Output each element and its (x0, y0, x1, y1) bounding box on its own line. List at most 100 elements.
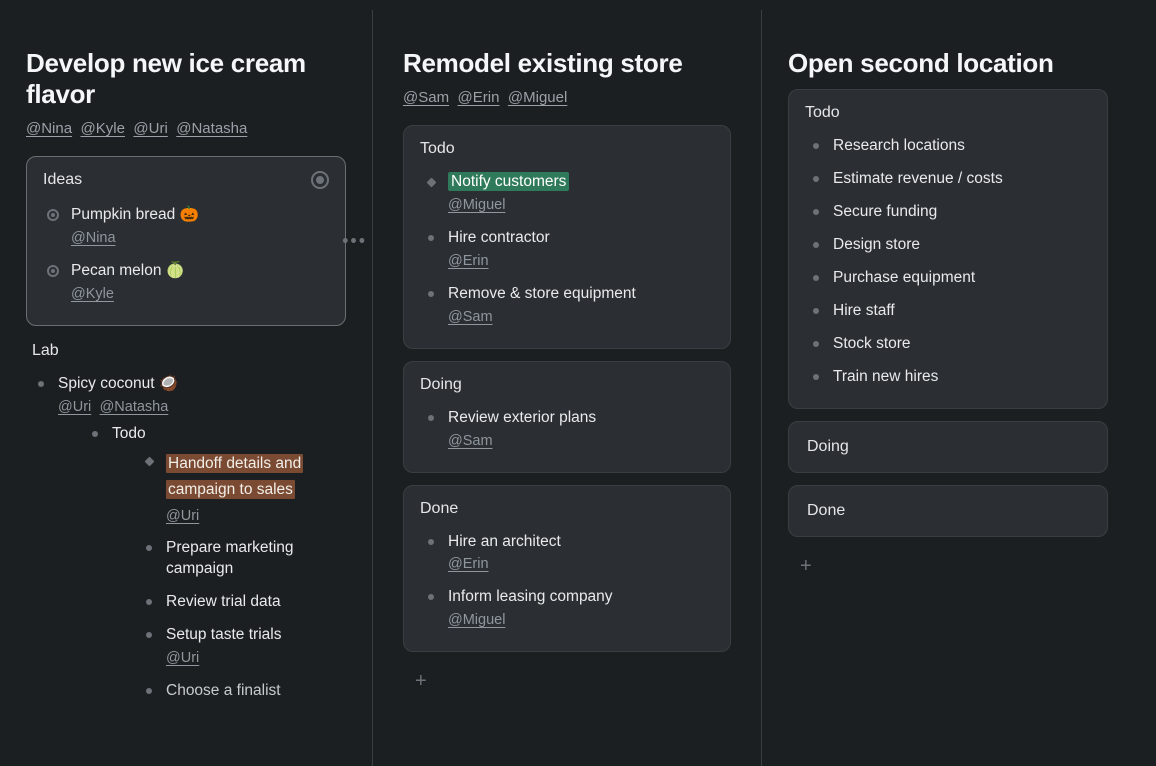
mention[interactable]: @Kyle (71, 286, 114, 302)
card-title: Todo (805, 104, 1091, 122)
dot-bullet-icon (428, 415, 434, 421)
item-text: Pumpkin bread 🎃 (71, 206, 199, 223)
list-item[interactable]: Pumpkin bread 🎃 @Nina (43, 199, 329, 255)
list-item[interactable]: Pecan melon 🍈 @Kyle (43, 255, 329, 311)
item-text: Prepare marketing campaign (166, 539, 294, 577)
list-item[interactable]: Hire an architect @Erin (420, 526, 714, 582)
dot-bullet-icon (813, 275, 819, 281)
section-title: Lab (30, 342, 344, 360)
card-done[interactable]: Done (788, 485, 1108, 537)
card-done[interactable]: Done Hire an architect @Erin Inform leas… (403, 485, 731, 653)
column-remodel-store: Remodel existing store @Sam @Erin @Migue… (372, 10, 762, 766)
more-options-icon[interactable]: ••• (342, 231, 367, 252)
column-second-location: Open second location Todo Research locat… (762, 10, 1134, 766)
list-item[interactable]: Hire contractor @Erin (420, 222, 714, 278)
dot-bullet-icon (813, 374, 819, 380)
card-title: Done (420, 500, 714, 518)
card-ideas[interactable]: Ideas Pumpkin bread 🎃 @Nina Pecan melon … (26, 156, 346, 326)
list-item[interactable]: Research locations (805, 130, 1091, 163)
mention[interactable]: @Uri (166, 650, 199, 666)
dot-bullet-icon (428, 539, 434, 545)
dot-bullet-icon (813, 209, 819, 215)
list-item[interactable]: Setup taste trials @Uri (138, 619, 344, 675)
item-text: Estimate revenue / costs (833, 170, 1003, 187)
dot-bullet-icon (146, 632, 152, 638)
column-assignees: @Sam @Erin @Miguel (403, 89, 731, 107)
item-text: Hire staff (833, 302, 895, 319)
list-item[interactable]: Design store (805, 229, 1091, 262)
item-text: Notify customers (448, 172, 569, 191)
item-text: Purchase equipment (833, 269, 975, 286)
list-item[interactable]: Inform leasing company @Miguel (420, 581, 714, 637)
list-item[interactable]: Notify customers @Miguel (420, 166, 714, 222)
item-text: Secure funding (833, 203, 937, 220)
list-item[interactable]: Purchase equipment (805, 262, 1091, 295)
dot-bullet-icon (813, 143, 819, 149)
radio-bullet-icon[interactable] (47, 265, 59, 277)
list-item[interactable]: Estimate revenue / costs (805, 163, 1091, 196)
list-item[interactable]: Handoff details and campaign to sales @U… (138, 445, 344, 533)
list-item[interactable]: Spicy coconut 🥥 @Uri @Natasha Todo (30, 368, 344, 720)
list-item[interactable]: Stock store (805, 328, 1091, 361)
dot-bullet-icon (813, 308, 819, 314)
column-title: Develop new ice cream flavor (26, 48, 346, 110)
card-todo[interactable]: Todo Research locations Estimate revenue… (788, 89, 1108, 408)
dot-bullet-icon (146, 545, 152, 551)
diamond-bullet-icon (145, 456, 155, 466)
dot-bullet-icon (813, 176, 819, 182)
card-lab: Lab Spicy coconut 🥥 @Uri @Natasha Todo (26, 342, 346, 720)
sub-section-title: Todo Handoff details and campaign to sal… (84, 418, 344, 714)
dot-bullet-icon (428, 291, 434, 297)
mention[interactable]: @Kyle (81, 120, 125, 137)
card-doing[interactable]: Doing Review exterior plans @Sam (403, 361, 731, 473)
item-text: Inform leasing company (448, 588, 613, 605)
diamond-bullet-icon (427, 178, 437, 188)
list-item[interactable]: Hire staff (805, 295, 1091, 328)
item-text: Stock store (833, 335, 911, 352)
item-text: Hire contractor (448, 229, 550, 246)
list-item[interactable]: Prepare marketing campaign (138, 532, 344, 586)
list-item[interactable]: Remove & store equipment @Sam (420, 278, 714, 334)
card-title: Doing (420, 376, 714, 394)
list-item[interactable]: Choose a finalist (138, 675, 344, 708)
mention[interactable]: @Uri (166, 508, 199, 524)
mention[interactable]: @Miguel (448, 197, 505, 213)
mention[interactable]: @Erin (458, 89, 500, 106)
card-todo[interactable]: Todo Notify customers @Miguel Hire contr… (403, 125, 731, 349)
mention[interactable]: @Nina (71, 230, 116, 246)
card-title: Todo (420, 140, 714, 158)
mention[interactable]: @Miguel (448, 612, 505, 628)
status-radio-icon[interactable] (311, 171, 329, 189)
item-text: Choose a finalist (166, 682, 281, 699)
list-item[interactable]: Review exterior plans @Sam (420, 402, 714, 458)
mention[interactable]: @Sam (403, 89, 449, 106)
column-assignees: @Nina @Kyle @Uri @Natasha (26, 120, 346, 138)
mention[interactable]: @Sam (448, 309, 493, 325)
mention[interactable]: @Miguel (508, 89, 567, 106)
card-title: Ideas (43, 171, 82, 189)
dot-bullet-icon (428, 235, 434, 241)
dot-bullet-icon (813, 341, 819, 347)
add-card-button[interactable]: + (788, 549, 824, 584)
subsection-label: Todo (112, 425, 146, 442)
radio-bullet-icon[interactable] (47, 209, 59, 221)
card-doing[interactable]: Doing (788, 421, 1108, 473)
list-item[interactable]: Secure funding (805, 196, 1091, 229)
mention[interactable]: @Sam (448, 433, 493, 449)
mention[interactable]: @Nina (26, 120, 72, 137)
add-card-button[interactable]: + (403, 664, 439, 699)
item-text: Remove & store equipment (448, 285, 636, 302)
list-item[interactable]: Train new hires (805, 361, 1091, 394)
column-title: Remodel existing store (403, 48, 731, 79)
mention[interactable]: @Erin (448, 253, 489, 269)
mention[interactable]: @Natasha (100, 399, 169, 415)
mention[interactable]: @Uri (133, 120, 167, 137)
kanban-board: Develop new ice cream flavor @Nina @Kyle… (0, 0, 1156, 766)
mention[interactable]: @Natasha (176, 120, 247, 137)
mention[interactable]: @Uri (58, 399, 91, 415)
item-text: Review exterior plans (448, 409, 596, 426)
item-text: Design store (833, 236, 920, 253)
item-text: Hire an architect (448, 533, 561, 550)
mention[interactable]: @Erin (448, 556, 489, 572)
list-item[interactable]: Review trial data (138, 586, 344, 619)
